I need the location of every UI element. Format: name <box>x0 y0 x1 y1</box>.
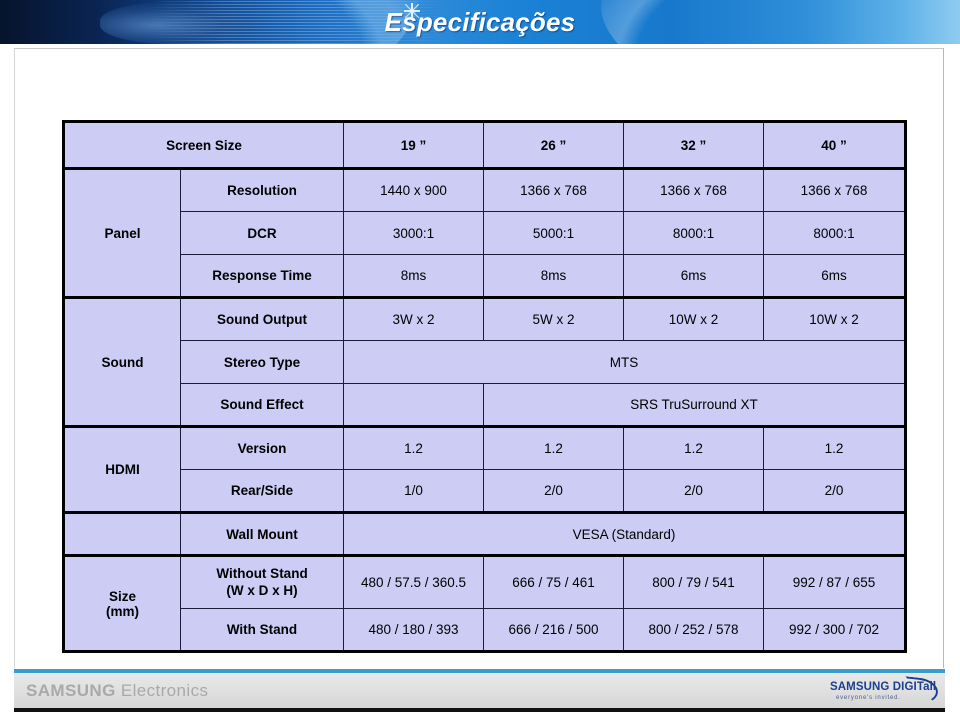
row-label-response-time: Response Time <box>179 254 345 298</box>
table-row-hdmi-rear-side: Rear/Side 1/0 2/0 2/0 2/0 <box>64 469 907 513</box>
cell-hdmi-rear-side-32: 2/0 <box>623 469 765 513</box>
cell-hdmi-rear-side-26: 2/0 <box>483 469 625 513</box>
cell-with-stand-40: 992 / 300 / 702 <box>763 608 907 652</box>
cell-dcr-40: 8000:1 <box>763 211 907 255</box>
header-size-26: 26 ” <box>483 121 625 169</box>
cell-without-stand-19: 480 / 57.5 / 360.5 <box>343 555 485 609</box>
samsung-electronics-brand: SAMSUNG <box>26 681 116 700</box>
samsung-electronics-logo: SAMSUNG Electronics <box>26 681 208 701</box>
header-size-19: 19 ” <box>343 121 485 169</box>
cell-dcr-26: 5000:1 <box>483 211 625 255</box>
cell-resolution-40: 1366 x 768 <box>763 168 907 212</box>
cell-hdmi-version-40: 1.2 <box>763 426 907 470</box>
cell-sound-output-19: 3W x 2 <box>343 297 485 341</box>
table-row-stereo-type: Stereo Type MTS <box>64 340 907 384</box>
table-row-wall-mount: Wall Mount VESA (Standard) <box>63 512 907 556</box>
row-label-hdmi-version: Version <box>179 426 345 470</box>
row-label-hdmi-rear-side: Rear/Side <box>179 469 345 513</box>
cell-resolution-26: 1366 x 768 <box>483 168 625 212</box>
table-row-with-stand: With Stand 480 / 180 / 393 666 / 216 / 5… <box>64 608 907 652</box>
page-title: Especificações <box>384 7 576 37</box>
table-row-response-time: Response Time 8ms 8ms 6ms 6ms <box>64 254 907 298</box>
table-header-row: Screen Size 19 ” 26 ” 32 ” 40 ” <box>62 121 907 169</box>
samsung-electronics-sub: Electronics <box>115 681 209 700</box>
cell-hdmi-version-19: 1.2 <box>343 426 485 470</box>
digitall-wordmark: SAMSUNG DIGITall <box>830 681 937 693</box>
cell-response-time-19: 8ms <box>343 254 485 298</box>
row-label-with-stand: With Stand <box>179 608 345 652</box>
cell-sound-output-32: 10W x 2 <box>623 297 765 341</box>
header-banner: Especificações <box>0 0 960 44</box>
cell-hdmi-version-26: 1.2 <box>483 426 625 470</box>
cell-with-stand-32: 800 / 252 / 578 <box>623 608 765 652</box>
cell-sound-output-40: 10W x 2 <box>763 297 907 341</box>
row-label-wall-mount: Wall Mount <box>179 512 345 556</box>
table-row-dcr: DCR 3000:1 5000:1 8000:1 8000:1 <box>64 211 907 255</box>
samsung-digitall-logo: SAMSUNG DIGITall everyone's invited. <box>830 676 940 706</box>
category-panel: Panel <box>63 168 181 298</box>
row-label-sound-output: Sound Output <box>179 297 345 341</box>
cell-with-stand-26: 666 / 216 / 500 <box>483 608 625 652</box>
cell-without-stand-32: 800 / 79 / 541 <box>623 555 765 609</box>
cell-sound-effect-rest: SRS TruSurround XT <box>483 383 907 427</box>
row-label-without-stand-line1: Without Stand <box>216 565 308 581</box>
cell-with-stand-19: 480 / 180 / 393 <box>343 608 485 652</box>
category-sound: Sound <box>63 297 181 427</box>
cell-stereo-type-all: MTS <box>343 340 907 384</box>
footer-bottom-line <box>14 708 945 712</box>
cell-without-stand-40: 992 / 87 / 655 <box>763 555 907 609</box>
cell-dcr-19: 3000:1 <box>343 211 485 255</box>
cell-hdmi-rear-side-19: 1/0 <box>343 469 485 513</box>
cell-sound-effect-19 <box>343 383 485 427</box>
digitall-tagline: everyone's invited. <box>836 695 901 701</box>
cell-wall-mount-all: VESA (Standard) <box>343 512 907 556</box>
table-row-resolution: Panel Resolution 1440 x 900 1366 x 768 1… <box>63 168 907 298</box>
specifications-table-container: Screen Size 19 ” 26 ” 32 ” 40 ” Panel Re… <box>62 120 908 653</box>
category-size: Size (mm) <box>63 555 181 652</box>
specifications-table: Screen Size 19 ” 26 ” 32 ” 40 ” Panel Re… <box>62 120 908 653</box>
table-row-sound-output: Sound Sound Output 3W x 2 5W x 2 10W x 2… <box>63 297 907 427</box>
cell-hdmi-rear-side-40: 2/0 <box>763 469 907 513</box>
table-row-hdmi-version: HDMI Version 1.2 1.2 1.2 1.2 <box>63 426 907 513</box>
category-size-line2: (mm) <box>106 603 139 619</box>
table-row-sound-effect: Sound Effect SRS TruSurround XT <box>64 383 907 427</box>
cell-response-time-32: 6ms <box>623 254 765 298</box>
cell-response-time-26: 8ms <box>483 254 625 298</box>
cell-hdmi-version-32: 1.2 <box>623 426 765 470</box>
row-label-sound-effect: Sound Effect <box>179 383 345 427</box>
header-screen-size-label: Screen Size <box>62 121 345 169</box>
header-size-40: 40 ” <box>763 121 907 169</box>
category-size-line1: Size <box>108 588 136 604</box>
row-label-dcr: DCR <box>179 211 345 255</box>
cell-resolution-19: 1440 x 900 <box>343 168 485 212</box>
header-size-32: 32 ” <box>623 121 765 169</box>
row-label-without-stand: Without Stand (W x D x H) <box>179 555 345 609</box>
category-size-spacer <box>63 512 181 556</box>
category-hdmi: HDMI <box>63 426 181 513</box>
cell-dcr-32: 8000:1 <box>623 211 765 255</box>
cell-sound-output-26: 5W x 2 <box>483 297 625 341</box>
row-label-without-stand-line2: (W x D x H) <box>226 582 298 598</box>
row-label-resolution: Resolution <box>179 168 345 212</box>
cell-without-stand-26: 666 / 75 / 461 <box>483 555 625 609</box>
cell-response-time-40: 6ms <box>763 254 907 298</box>
table-row-without-stand: Size (mm) Without Stand (W x D x H) 480 … <box>63 555 907 652</box>
row-label-stereo-type: Stereo Type <box>179 340 345 384</box>
cell-resolution-32: 1366 x 768 <box>623 168 765 212</box>
